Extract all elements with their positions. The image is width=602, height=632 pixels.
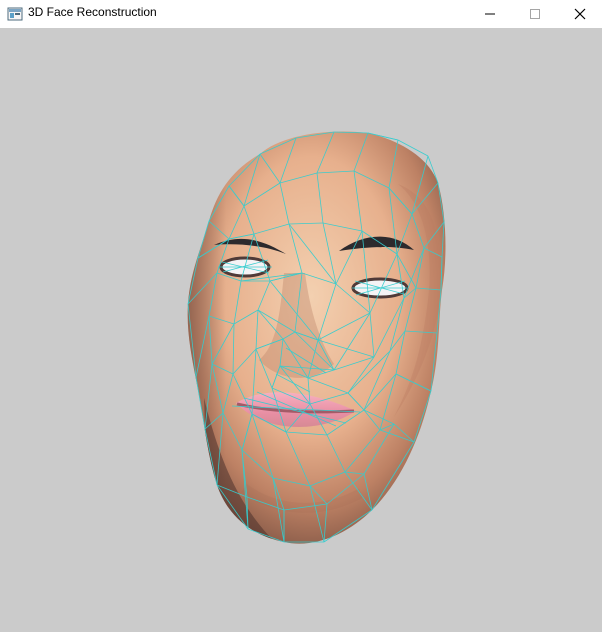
3d-viewport[interactable] xyxy=(0,28,602,632)
close-button[interactable] xyxy=(557,0,602,28)
title-bar[interactable]: 3D Face Reconstruction xyxy=(0,0,602,28)
app-window-icon xyxy=(7,7,23,21)
face-mesh-svg xyxy=(187,131,446,544)
minimize-button[interactable] xyxy=(467,0,512,28)
reconstructed-face-model[interactable] xyxy=(184,128,454,548)
minimize-icon xyxy=(484,13,495,15)
application-window: 3D Face Reconstruction xyxy=(0,0,602,632)
maximize-icon xyxy=(529,9,540,19)
window-title: 3D Face Reconstruction xyxy=(28,5,157,19)
maximize-button xyxy=(512,0,557,28)
window-controls xyxy=(467,0,602,28)
close-icon xyxy=(574,8,585,20)
